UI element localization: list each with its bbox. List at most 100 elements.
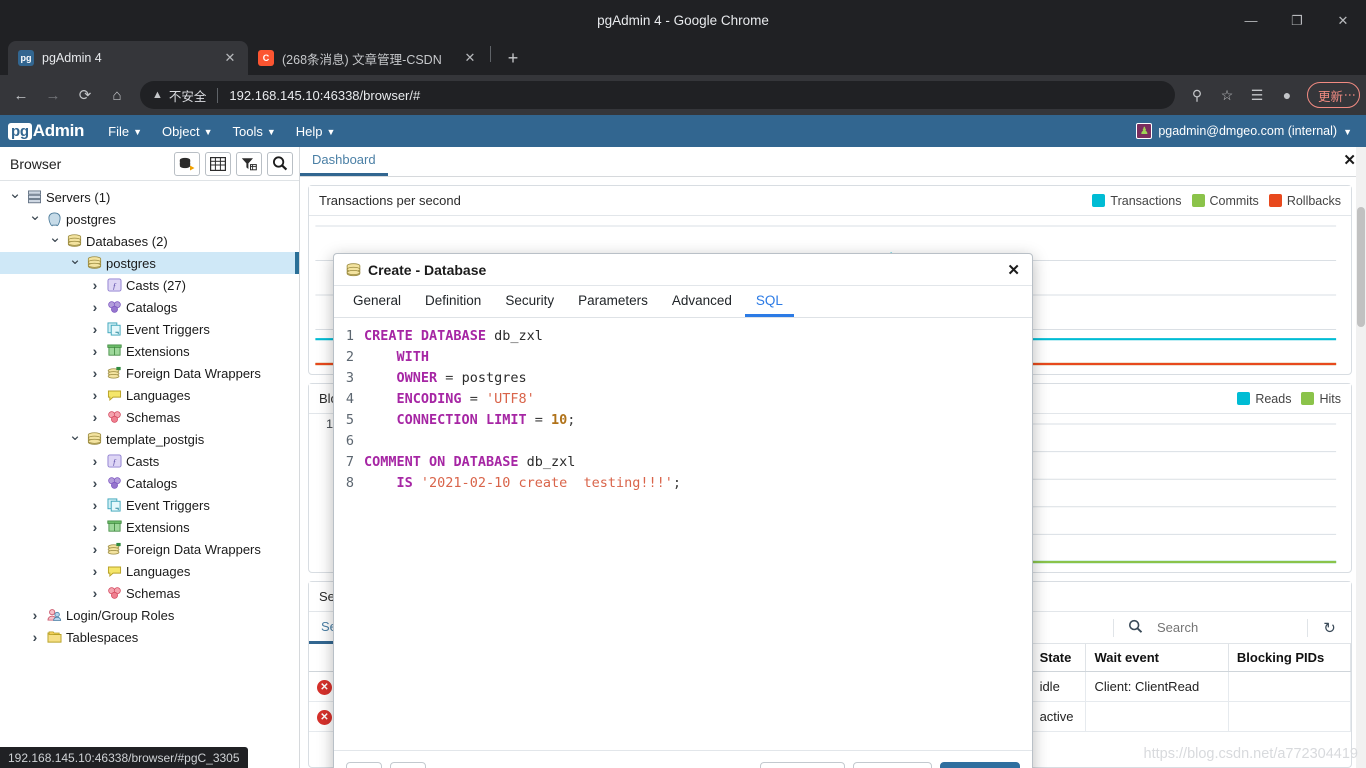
- chevron-right-icon[interactable]: [88, 277, 102, 293]
- object-tree[interactable]: Servers (1) postgres Databases (2) postgres…: [0, 181, 299, 768]
- star-icon[interactable]: ☆: [1213, 81, 1241, 109]
- dialog-tab-sql[interactable]: SQL: [744, 289, 794, 317]
- chevron-right-icon[interactable]: [88, 563, 102, 579]
- browser-tab-pgadmin[interactable]: pg pgAdmin 4 ✕: [8, 41, 248, 75]
- legend-transactions[interactable]: Transactions: [1092, 194, 1182, 208]
- dialog-tab-advanced[interactable]: Advanced: [661, 289, 743, 317]
- main-scrollbar[interactable]: [1356, 147, 1366, 768]
- chevron-right-icon[interactable]: [88, 365, 102, 381]
- save-button[interactable]: 💾 Save: [940, 761, 1020, 768]
- chevron-right-icon[interactable]: [88, 409, 102, 425]
- tree-node-postgres[interactable]: postgres: [0, 252, 299, 274]
- close-dialog-icon[interactable]: ✕: [1007, 261, 1020, 279]
- filter-icon[interactable]: [236, 151, 262, 176]
- tree-node-event-triggers[interactable]: Event Triggers: [0, 318, 299, 340]
- tree-node-login-group-roles[interactable]: Login/Group Roles: [0, 604, 299, 626]
- forward-icon[interactable]: →: [38, 80, 68, 110]
- legend-reads[interactable]: Reads: [1237, 392, 1291, 406]
- chevron-right-icon[interactable]: [28, 607, 42, 623]
- column-header[interactable]: Blocking PIDs: [1228, 644, 1351, 672]
- chevron-right-icon[interactable]: [28, 629, 42, 645]
- chevron-right-icon[interactable]: [88, 541, 102, 557]
- key-icon[interactable]: ⚲: [1183, 81, 1211, 109]
- cancel-button[interactable]: ✖ Cancel: [759, 761, 846, 768]
- chevron-down-icon[interactable]: [48, 232, 62, 250]
- new-tab-button[interactable]: +: [499, 44, 527, 72]
- sql-code-view[interactable]: 1 CREATE DATABASE db_zxl 2 WITH 3 OWNER = p…: [334, 318, 1032, 494]
- legend-hits[interactable]: Hits: [1301, 392, 1341, 406]
- tree-node-extensions[interactable]: Extensions: [0, 516, 299, 538]
- reload-icon[interactable]: ⟳: [70, 80, 100, 110]
- cancel-query-icon[interactable]: ✕: [317, 710, 332, 725]
- legend-rollbacks[interactable]: Rollbacks: [1268, 194, 1341, 208]
- user-menu[interactable]: ♟ pgadmin@dmgeo.com (internal) ▼: [1136, 123, 1358, 139]
- browser-tab-csdn[interactable]: C (268条消息) 文章管理-CSDN ✕: [248, 41, 488, 75]
- tab-dashboard[interactable]: Dashboard: [300, 148, 388, 176]
- column-header[interactable]: State: [1031, 644, 1087, 672]
- tree-node-databases-2[interactable]: Databases (2): [0, 230, 299, 252]
- query-tool-icon[interactable]: [174, 151, 200, 176]
- minimize-icon[interactable]: —: [1228, 0, 1274, 41]
- chevron-right-icon[interactable]: [88, 497, 102, 513]
- tree-node-casts[interactable]: ƒ Casts: [0, 450, 299, 472]
- scrollbar-thumb[interactable]: [1357, 207, 1365, 327]
- chevron-down-icon[interactable]: [8, 188, 22, 206]
- media-list-icon[interactable]: ☰: [1243, 81, 1271, 109]
- search-input[interactable]: [1157, 620, 1307, 635]
- dialog-tab-definition[interactable]: Definition: [414, 289, 492, 317]
- help-button[interactable]: ?: [390, 761, 426, 768]
- chevron-down-icon[interactable]: [68, 254, 82, 272]
- chevron-right-icon[interactable]: [88, 387, 102, 403]
- back-icon[interactable]: ←: [6, 80, 36, 110]
- update-button[interactable]: 更新 ⋮: [1306, 82, 1360, 108]
- tree-node-extensions[interactable]: Extensions: [0, 340, 299, 362]
- tree-node-foreign-data-wrappers[interactable]: Foreign Data Wrappers: [0, 362, 299, 384]
- tree-node-schemas[interactable]: Schemas: [0, 582, 299, 604]
- tree-node-servers-1[interactable]: Servers (1): [0, 186, 299, 208]
- reset-button[interactable]: ♻ Reset: [853, 761, 933, 768]
- close-tab-icon[interactable]: ✕: [462, 50, 478, 66]
- tree-node-casts-27[interactable]: ƒ Casts (27): [0, 274, 299, 296]
- chevron-right-icon[interactable]: [88, 321, 102, 337]
- info-button[interactable]: i: [346, 761, 382, 768]
- chevron-right-icon[interactable]: [88, 299, 102, 315]
- menu-object[interactable]: Object ▼: [152, 115, 223, 147]
- menu-tools[interactable]: Tools ▼: [223, 115, 286, 147]
- column-header[interactable]: Wait event: [1085, 644, 1229, 672]
- legend-commits[interactable]: Commits: [1191, 194, 1259, 208]
- profile-icon[interactable]: ●: [1273, 81, 1301, 109]
- tree-node-catalogs[interactable]: Catalogs: [0, 472, 299, 494]
- address-bar[interactable]: ▲ 不安全 192.168.145.10:46338/browser/#: [140, 81, 1175, 109]
- menu-file[interactable]: File ▼: [98, 115, 152, 147]
- close-tab-icon[interactable]: ✕: [222, 50, 238, 66]
- search-icon[interactable]: [1113, 618, 1157, 637]
- search-icon[interactable]: [267, 151, 293, 176]
- chevron-right-icon[interactable]: [88, 475, 102, 491]
- chevron-right-icon[interactable]: [88, 585, 102, 601]
- chevron-down-icon[interactable]: [68, 430, 82, 448]
- tree-node-postgres[interactable]: postgres: [0, 208, 299, 230]
- menu-help[interactable]: Help ▼: [286, 115, 346, 147]
- tree-node-catalogs[interactable]: Catalogs: [0, 296, 299, 318]
- chevron-right-icon[interactable]: [88, 519, 102, 535]
- tree-node-languages[interactable]: Languages: [0, 560, 299, 582]
- chevron-right-icon[interactable]: [88, 453, 102, 469]
- refresh-icon[interactable]: ↻: [1307, 618, 1351, 637]
- tree-node-languages[interactable]: Languages: [0, 384, 299, 406]
- close-window-icon[interactable]: ✕: [1320, 0, 1366, 41]
- cancel-query-icon[interactable]: ✕: [317, 680, 332, 695]
- view-data-icon[interactable]: [205, 151, 231, 176]
- dialog-tab-general[interactable]: General: [342, 289, 412, 317]
- tree-node-foreign-data-wrappers[interactable]: Foreign Data Wrappers: [0, 538, 299, 560]
- tree-node-schemas[interactable]: Schemas: [0, 406, 299, 428]
- dialog-tab-security[interactable]: Security: [494, 289, 565, 317]
- tree-node-template-postgis[interactable]: template_postgis: [0, 428, 299, 450]
- chevron-right-icon[interactable]: [88, 343, 102, 359]
- tree-node-event-triggers[interactable]: Event Triggers: [0, 494, 299, 516]
- home-icon[interactable]: ⌂: [102, 80, 132, 110]
- maximize-icon[interactable]: ❐: [1274, 0, 1320, 41]
- chevron-down-icon[interactable]: [28, 210, 42, 228]
- tree-node-tablespaces[interactable]: Tablespaces: [0, 626, 299, 648]
- kebab-menu-icon[interactable]: ⋮: [1343, 89, 1357, 102]
- close-panel-icon[interactable]: ✕: [1343, 151, 1356, 169]
